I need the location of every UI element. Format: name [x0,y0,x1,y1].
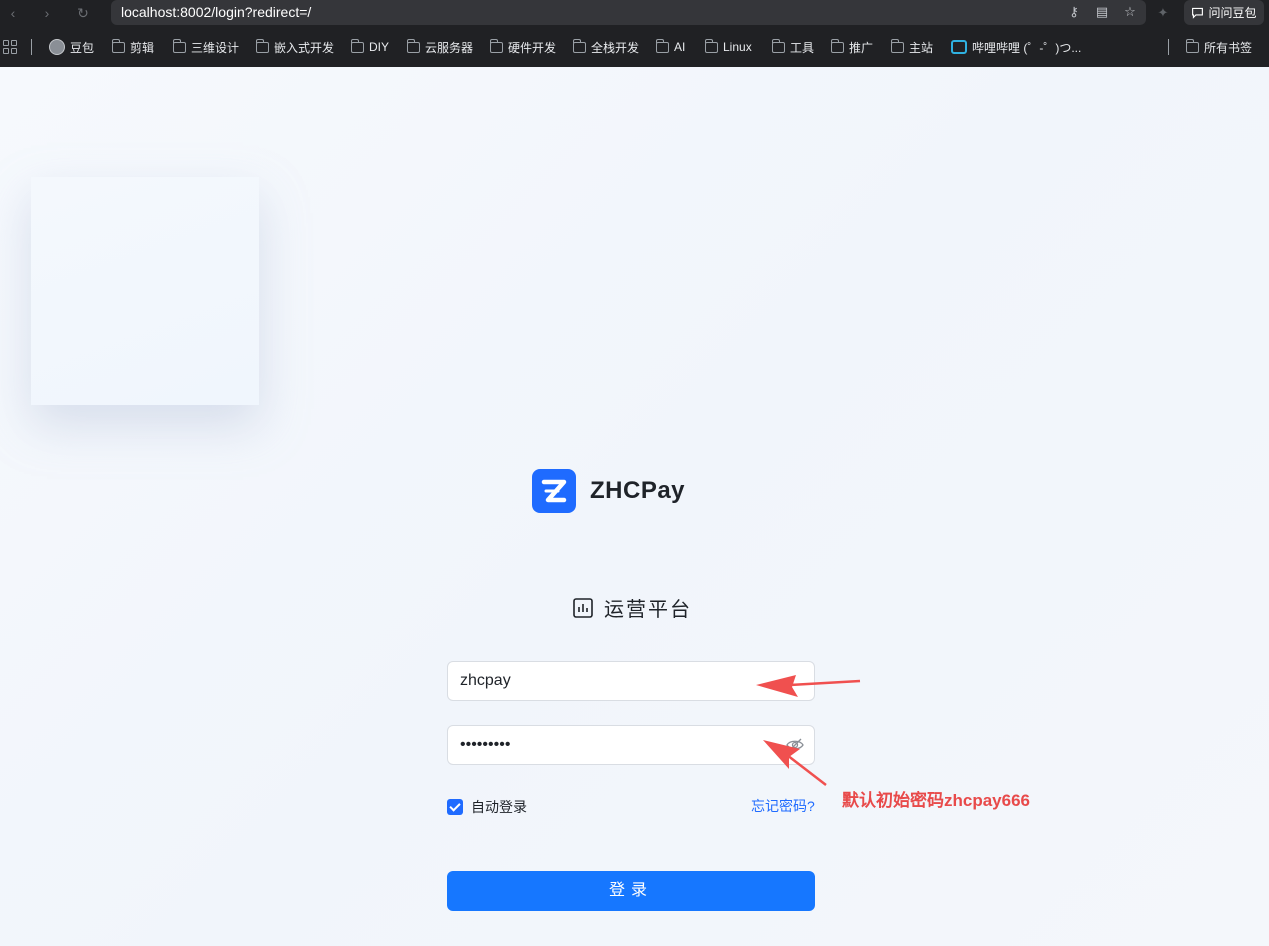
url-text[interactable]: localhost:8002/login?redirect=/ [121,4,311,20]
folder-icon [407,38,420,53]
bookmarks-bar: 豆包 剪辑 三维设计 嵌入式开发 DIY 云服务器 硬件开发 全栈开发 AI L… [0,35,1269,59]
address-bar[interactable]: localhost:8002/login?redirect=/ ⚷ ▤ ☆ [111,0,1146,25]
bookmarks-divider [31,39,32,55]
username-input[interactable] [460,662,780,700]
browser-chrome: ‹ › ↻ localhost:8002/login?redirect=/ ⚷ … [0,0,1269,67]
bookmark-item[interactable]: Linux [705,38,752,56]
back-icon[interactable]: ‹ [3,3,23,23]
bookmark-label: 全栈开发 [591,40,640,55]
bookmark-label: 三维设计 [191,40,240,55]
bookmark-label: 推广 [849,40,874,55]
folder-icon [351,38,364,53]
extension-icon[interactable]: ✦ [1154,4,1172,22]
apps-grid-icon[interactable] [3,40,17,54]
bookmark-label: Linux [723,40,752,54]
zhcpay-logo-icon [532,469,576,513]
bookmark-label: 主站 [909,40,934,55]
remember-me[interactable]: 自动登录 [447,797,527,817]
annotation-text: 默认初始密码zhcpay666 [842,791,1030,810]
login-button[interactable]: 登录 [447,871,815,911]
bookmark-label: 豆包 [70,40,95,55]
platform-header: 运营平台 [572,593,692,622]
remember-label: 自动登录 [471,799,527,815]
bookmark-item[interactable]: DIY [351,38,389,56]
ask-doubao-label: 问问豆包 [1208,6,1257,20]
folder-icon [173,38,186,53]
folder-icon [656,38,669,53]
forward-icon[interactable]: › [37,3,57,23]
decorative-panel [31,177,259,405]
bookmark-label: 剪辑 [130,40,155,55]
bookmark-item[interactable]: 推广 [831,38,873,56]
bookmark-item[interactable]: 主站 [891,38,933,56]
bookmark-item[interactable]: 云服务器 [407,38,473,56]
browser-toolbar: ‹ › ↻ localhost:8002/login?redirect=/ ⚷ … [0,0,1269,26]
ask-doubao-button[interactable]: 问问豆包 [1184,0,1264,25]
password-field[interactable] [447,725,815,765]
folder-icon [891,38,904,53]
folder-icon [490,38,503,53]
folder-icon [256,38,269,53]
bookmark-label: 嵌入式开发 [274,40,335,55]
bookmark-item[interactable]: 剪辑 [112,38,154,56]
folder-icon [705,38,718,53]
bookmark-item[interactable]: 嵌入式开发 [256,38,334,56]
all-bookmarks[interactable]: 所有书签 [1186,38,1252,56]
bookmark-item[interactable]: 工具 [772,38,814,56]
folder-icon [112,38,125,53]
reload-icon[interactable]: ↻ [73,3,93,23]
bar-chart-icon [573,597,593,618]
bookmark-label: AI [674,40,686,54]
bookmark-label: DIY [369,40,390,54]
platform-title: 运营平台 [604,599,692,621]
bookmark-label: 工具 [790,40,815,55]
bookmark-item[interactable]: 豆包 [49,38,94,56]
folder-icon [573,38,586,53]
bilibili-icon [951,40,967,54]
bookmark-label: 硬件开发 [508,40,557,55]
bookmark-item[interactable]: 全栈开发 [573,38,639,56]
bookmark-label: 所有书签 [1204,40,1253,55]
bookmark-item[interactable]: 硬件开发 [490,38,556,56]
folder-icon [831,38,844,53]
brand-logo: ZHCPay [532,469,685,513]
key-icon[interactable]: ⚷ [1066,4,1082,20]
login-page: ZHCPay 运营平台 自动登录 忘记密码? 登录 默认初始密码zhcpay66… [0,67,1269,946]
address-bar-icons: ⚷ ▤ ☆ [1066,4,1138,20]
star-icon[interactable]: ☆ [1122,4,1138,20]
bookmark-label: 云服务器 [425,40,474,55]
forgot-password-link[interactable]: 忘记密码? [751,796,815,816]
reader-icon[interactable]: ▤ [1094,4,1110,20]
brand-name: ZHCPay [590,477,686,504]
eye-off-icon[interactable] [786,737,804,753]
remember-checkbox[interactable] [447,799,463,815]
username-field[interactable] [447,661,815,701]
folder-icon [1186,38,1199,53]
chat-bubble-icon [1192,7,1204,19]
bookmark-item[interactable]: 三维设计 [173,38,239,56]
bookmark-item[interactable]: 哔哩哔哩 (゜-゜)つ... [951,38,1081,56]
bookmark-label: 哔哩哔哩 (゜-゜)つ... [972,40,1082,55]
password-input[interactable] [460,726,780,764]
bookmarks-divider [1168,39,1169,55]
bookmark-item[interactable]: AI [656,38,685,56]
folder-icon [772,38,785,53]
avatar-icon [49,39,65,55]
